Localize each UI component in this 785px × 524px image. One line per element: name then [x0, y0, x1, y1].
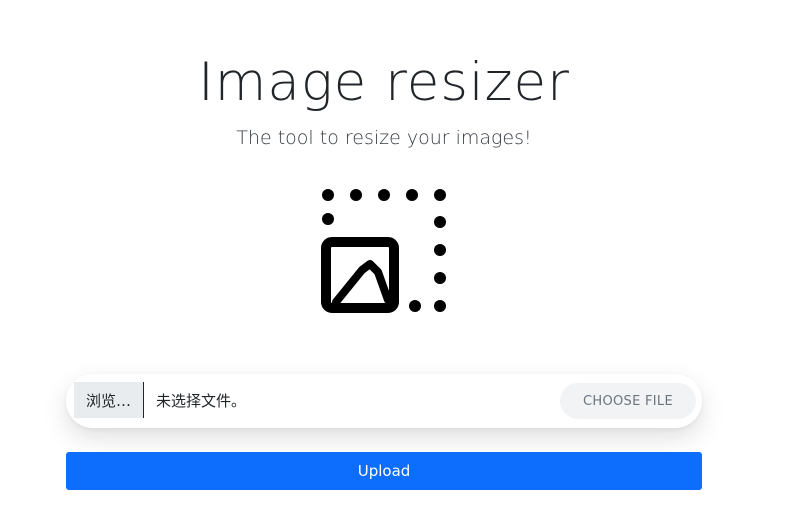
choose-file-button[interactable]: CHOOSE FILE: [560, 383, 696, 419]
image-frame-icon: [321, 237, 399, 313]
file-input[interactable]: 浏览… 未选择文件。: [74, 382, 554, 418]
file-upload-card: 浏览… 未选择文件。 CHOOSE FILE: [66, 374, 702, 428]
upload-button[interactable]: Upload: [66, 452, 702, 490]
resize-image-icon: [321, 189, 446, 313]
page-title: Image resizer: [198, 52, 570, 113]
browse-button[interactable]: 浏览…: [74, 382, 145, 418]
page-subtitle: The tool to resize your images!: [236, 127, 532, 149]
file-status-text: 未选择文件。: [156, 391, 247, 410]
